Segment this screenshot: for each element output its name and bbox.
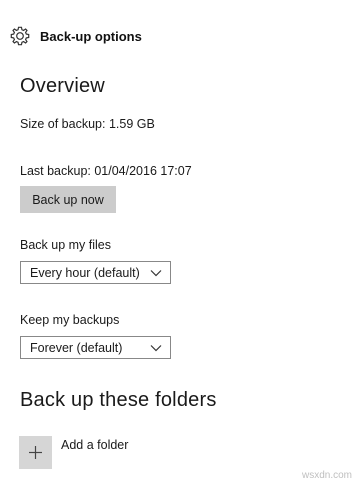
add-folder-label[interactable]: Add a folder xyxy=(61,438,128,452)
gear-icon xyxy=(10,26,30,46)
overview-heading: Overview xyxy=(20,75,105,97)
chevron-down-icon xyxy=(150,344,162,351)
add-folder-button[interactable] xyxy=(19,436,52,469)
watermark-text: wsxdn.com xyxy=(301,470,352,481)
retention-label: Keep my backups xyxy=(20,313,120,327)
back-up-now-button[interactable]: Back up now xyxy=(20,186,116,213)
chevron-down-icon xyxy=(150,269,162,276)
page-title: Back-up options xyxy=(40,28,142,44)
plus-icon xyxy=(29,446,42,459)
frequency-selected-value: Every hour (default) xyxy=(30,265,140,280)
last-backup-text: Last backup: 01/04/2016 17:07 xyxy=(20,164,192,178)
retention-dropdown[interactable]: Forever (default) xyxy=(20,336,171,359)
retention-selected-value: Forever (default) xyxy=(30,340,123,355)
frequency-label: Back up my files xyxy=(20,238,112,252)
frequency-dropdown[interactable]: Every hour (default) xyxy=(20,261,171,284)
folders-heading: Back up these folders xyxy=(20,389,217,411)
backup-size-text: Size of backup: 1.59 GB xyxy=(20,117,155,131)
page-header: Back-up options xyxy=(9,24,142,48)
